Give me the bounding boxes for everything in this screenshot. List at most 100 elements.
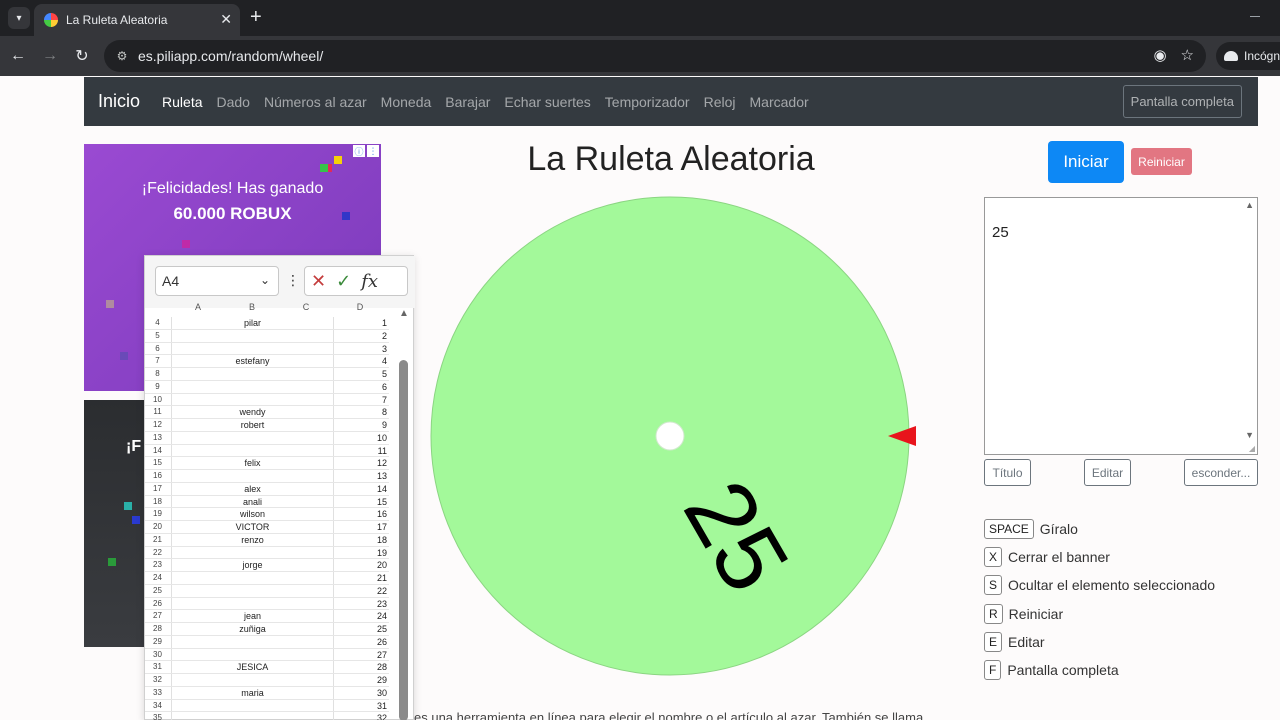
cell-name[interactable]	[171, 572, 333, 584]
cell-name[interactable]: anali	[171, 495, 333, 508]
row-number[interactable]: 33	[145, 687, 170, 699]
spreadsheet-grid[interactable]: 4 pilar 1 5 2 6 3 7 estefany 4 8 5 9 6 10 7 11 wendy 8 12 ro…	[145, 317, 389, 720]
cell-number[interactable]: 22	[333, 584, 389, 597]
cell-name[interactable]: JESICA	[171, 661, 333, 673]
cell-name[interactable]	[171, 431, 333, 444]
row-number[interactable]: 17	[145, 483, 170, 495]
nav-link-ruleta[interactable]: Ruleta	[162, 94, 202, 110]
reset-button[interactable]: Reiniciar	[1131, 148, 1192, 175]
resize-grip-icon[interactable]: ◢	[1249, 444, 1255, 453]
cell-name[interactable]	[171, 329, 333, 342]
table-row[interactable]: 34 31	[145, 699, 389, 713]
nav-link-marcador[interactable]: Marcador	[750, 94, 809, 110]
cell-number[interactable]: 13	[333, 470, 389, 482]
table-row[interactable]: 20 VICTOR 17	[145, 521, 389, 534]
table-row[interactable]: 25 22	[145, 584, 389, 598]
cell-number[interactable]: 9	[333, 419, 389, 431]
cell-name[interactable]	[171, 380, 333, 393]
bookmark-star-icon[interactable]: ☆	[1181, 46, 1194, 64]
cell-name[interactable]	[171, 342, 333, 355]
table-row[interactable]: 52	[145, 329, 389, 343]
table-row[interactable]: 12 robert 9	[145, 419, 389, 432]
row-number[interactable]: 5	[145, 330, 170, 342]
row-number[interactable]: 11	[145, 406, 170, 418]
table-row[interactable]: 13 10	[145, 431, 389, 445]
cell-name[interactable]	[171, 699, 333, 712]
row-number[interactable]: 30	[145, 649, 170, 661]
insert-function-icon[interactable]: fx	[361, 271, 378, 292]
nav-link-moneda[interactable]: Moneda	[381, 94, 432, 110]
table-row[interactable]: 15 felix 12	[145, 457, 389, 470]
table-row[interactable]: 32 29	[145, 674, 389, 687]
cell-number[interactable]: 15	[333, 495, 389, 508]
cell-name[interactable]: zuñiga	[171, 623, 333, 635]
fullscreen-button[interactable]: Pantalla completa	[1122, 85, 1242, 118]
table-row[interactable]: 24 21	[145, 572, 389, 585]
cell-number[interactable]: 21	[333, 572, 389, 584]
table-row[interactable]: 4 pilar 1	[145, 317, 389, 330]
cell-number[interactable]: 31	[333, 699, 389, 712]
column-header-a[interactable]: A	[170, 302, 226, 316]
cell-name[interactable]	[171, 584, 333, 597]
row-number[interactable]: 32	[145, 674, 170, 686]
cell-number[interactable]: 1	[333, 317, 389, 329]
vertical-scrollbar[interactable]: ▲	[397, 308, 411, 720]
row-number[interactable]: 35	[145, 712, 170, 720]
back-arrow-icon[interactable]: ←	[6, 44, 30, 68]
cell-number[interactable]: 4	[333, 355, 389, 367]
cell-number[interactable]: 8	[333, 406, 389, 418]
ad-info-icon[interactable]: ⓘ	[353, 145, 365, 157]
more-options-icon[interactable]: ⋮	[286, 272, 300, 289]
ad-choices[interactable]: ⓘ ⋮	[353, 145, 379, 157]
table-row[interactable]: 29 26	[145, 635, 389, 649]
table-row[interactable]: 22 19	[145, 546, 389, 560]
table-row[interactable]: 7 estefany 4	[145, 355, 389, 368]
cell-number[interactable]: 6	[333, 380, 389, 393]
site-settings-icon[interactable]: ⚙	[114, 48, 130, 64]
cell-number[interactable]: 32	[333, 712, 389, 720]
row-number[interactable]: 29	[145, 636, 170, 648]
spreadsheet-window[interactable]: A4 ⌄ ⋮ ✕ ✓ fx A B C D 4 pilar 1 5 2 6 3 7 estefa…	[144, 255, 415, 720]
row-number[interactable]: 12	[145, 419, 170, 431]
cell-name[interactable]	[171, 393, 333, 406]
table-row[interactable]: 28 zuñiga 25	[145, 623, 389, 636]
table-row[interactable]: 19 wilson 16	[145, 508, 389, 521]
row-number[interactable]: 22	[145, 547, 170, 559]
row-number[interactable]: 27	[145, 610, 170, 622]
row-number[interactable]: 4	[145, 317, 170, 329]
cell-number[interactable]: 19	[333, 546, 389, 559]
cell-number[interactable]: 24	[333, 610, 389, 622]
cell-number[interactable]: 28	[333, 661, 389, 673]
scroll-down-arrow-icon[interactable]: ▼	[1245, 430, 1254, 440]
row-number[interactable]: 31	[145, 661, 170, 673]
table-row[interactable]: 96	[145, 380, 389, 394]
table-row[interactable]: 30 27	[145, 648, 389, 662]
table-row[interactable]: 10 7	[145, 393, 389, 407]
cell-number[interactable]: 14	[333, 482, 389, 495]
title-button[interactable]: Título	[984, 459, 1031, 486]
cell-number[interactable]: 16	[333, 508, 389, 520]
cell-name[interactable]: jorge	[171, 559, 333, 571]
cell-name[interactable]: pilar	[171, 317, 333, 329]
cell-name[interactable]	[171, 674, 333, 686]
items-textarea[interactable]: 25 ▲ ▼ ◢	[984, 197, 1258, 455]
column-header-d[interactable]: D	[334, 302, 386, 316]
cell-number[interactable]: 7	[333, 393, 389, 406]
cell-name[interactable]	[171, 368, 333, 380]
table-row[interactable]: 31 JESICA 28	[145, 661, 389, 674]
cell-name[interactable]: felix	[171, 457, 333, 469]
row-number[interactable]: 28	[145, 623, 170, 635]
cell-number[interactable]: 5	[333, 368, 389, 380]
cell-name[interactable]	[171, 444, 333, 457]
cell-number[interactable]: 26	[333, 635, 389, 648]
cell-number[interactable]: 12	[333, 457, 389, 469]
cell-number[interactable]: 27	[333, 648, 389, 661]
scroll-up-arrow-icon[interactable]: ▲	[399, 308, 409, 319]
nav-link-barajar[interactable]: Barajar	[445, 94, 490, 110]
row-number[interactable]: 14	[145, 445, 170, 457]
nav-brand-home[interactable]: Inicio	[98, 91, 140, 112]
ad-banner-dark[interactable]: ¡F	[84, 400, 146, 647]
tab-search-button[interactable]: ▾	[8, 7, 30, 29]
table-row[interactable]: 26 23	[145, 597, 389, 611]
cell-name[interactable]	[171, 546, 333, 559]
